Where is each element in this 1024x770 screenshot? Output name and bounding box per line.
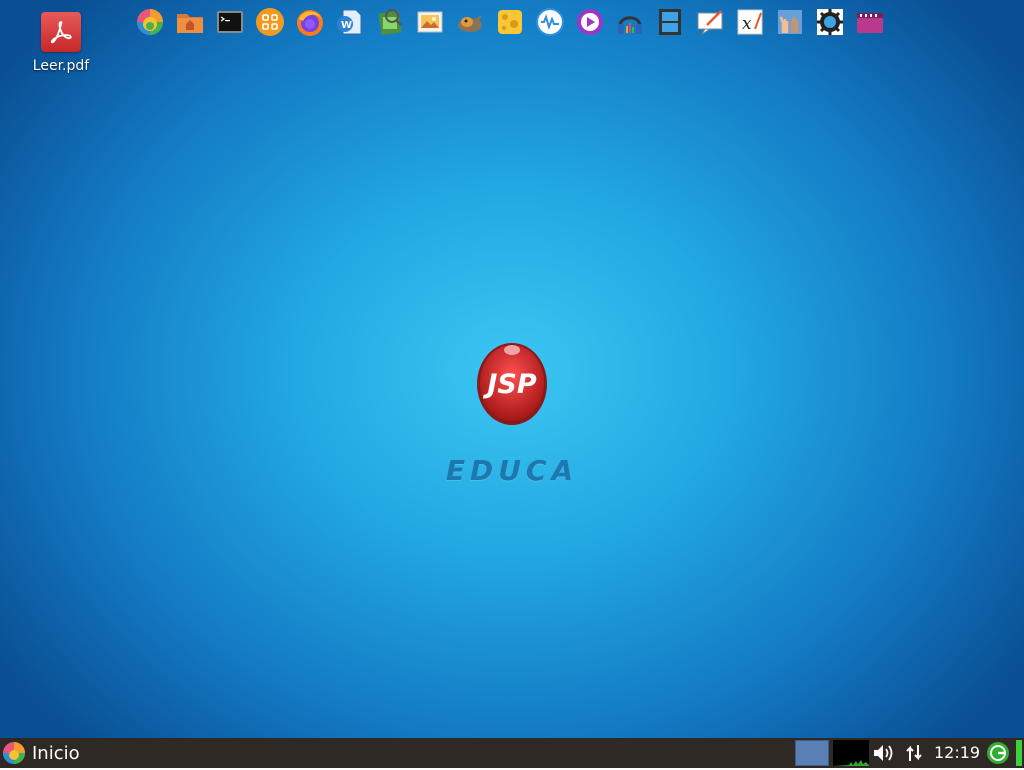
settings-gear-icon[interactable] (812, 4, 848, 40)
bottom-panel: Inicio 12:19 (0, 738, 1024, 768)
desktop-file-leer-pdf[interactable]: Leer.pdf (22, 12, 100, 82)
clock[interactable]: 12:19 (934, 738, 980, 768)
desktop[interactable]: Leer.pdf W x JSP EDUCA (0, 0, 1024, 738)
home-folder-icon[interactable] (172, 4, 208, 40)
app-grid-icon[interactable] (252, 4, 288, 40)
network-icon[interactable] (902, 741, 926, 765)
logo-badge-text: JSP (482, 369, 536, 400)
headphones-icon[interactable] (612, 4, 648, 40)
cpu-monitor-graph (833, 740, 869, 766)
image-viewer-icon[interactable] (372, 4, 408, 40)
terminal-icon[interactable] (212, 4, 248, 40)
start-menu-button[interactable]: Inicio (2, 738, 80, 768)
app-launcher-dock: W x (132, 4, 888, 40)
brand-caption: EDUCA (445, 454, 579, 487)
word-processor-icon[interactable]: W (332, 4, 368, 40)
pdf-file-icon (41, 12, 81, 52)
battery-indicator (1016, 740, 1022, 766)
hands-icon[interactable] (772, 4, 808, 40)
desktop-file-label: Leer.pdf (32, 58, 90, 74)
colorful-circle-icon[interactable] (132, 4, 168, 40)
svg-text:W: W (341, 20, 352, 31)
video-editor-icon[interactable] (652, 4, 688, 40)
media-player-icon[interactable] (572, 4, 608, 40)
math-formula-icon[interactable]: x (732, 4, 768, 40)
gimp-icon[interactable] (452, 4, 488, 40)
jsp-logo: JSP (476, 340, 548, 426)
screen-annotate-icon[interactable] (692, 4, 728, 40)
start-logo-icon (3, 742, 25, 764)
start-menu-label: Inicio (32, 742, 80, 764)
power-icon[interactable] (986, 741, 1010, 765)
photo-icon[interactable] (412, 4, 448, 40)
svg-text:x: x (742, 14, 752, 34)
cheese-icon[interactable] (492, 4, 528, 40)
audio-waveform-icon[interactable] (532, 4, 568, 40)
volume-icon[interactable] (872, 741, 896, 765)
firefox-icon[interactable] (292, 4, 328, 40)
workspace-switcher[interactable] (795, 740, 829, 766)
film-clip-icon[interactable] (852, 4, 888, 40)
